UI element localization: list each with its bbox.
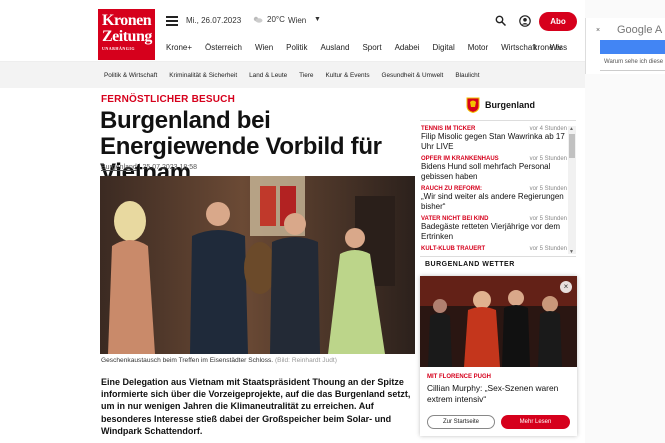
ticker-item[interactable]: RAUCH ZU REFORM: vor 5 Stunden „Wir sind … <box>421 186 567 212</box>
region-header[interactable]: Burgenland <box>466 97 535 113</box>
photo-credit: (Bild: Reinhardt Judt) <box>274 357 337 364</box>
scroll-up-icon[interactable]: ▲ <box>569 126 574 132</box>
ticker-item[interactable]: KULT-KLUB TRAUERT vor 5 Stunden <box>421 246 567 252</box>
nav-item[interactable]: Krone+ <box>166 43 192 55</box>
popup-title[interactable]: Cillian Murphy: „Sex-Szenen waren extrem… <box>427 383 567 405</box>
cloud-sun-icon <box>253 16 263 23</box>
translate-info-link[interactable]: Warum sehe ich diese <box>604 59 663 65</box>
read-more-button[interactable]: Mehr Lesen <box>501 415 570 429</box>
ticker-item[interactable]: VATER NICHT BEI KIND vor 5 Stunden Badegä… <box>421 216 567 242</box>
popup-image[interactable] <box>420 276 577 367</box>
menu-icon[interactable] <box>166 16 178 26</box>
gift-exchange-photo <box>100 176 415 354</box>
kronen-zeitung-logo[interactable]: Kronen Zeitung UNABHÄNGIG <box>98 9 155 60</box>
subnav-item[interactable]: Politik & Wirtschaft <box>104 72 157 79</box>
translate-bar[interactable] <box>600 40 665 54</box>
article-kicker: FERNÖSTLICHER BESUCH <box>101 94 236 105</box>
site-header: Kronen Zeitung UNABHÄNGIG Mi., 26.07.202… <box>0 0 585 62</box>
temperature: 20°C <box>267 15 285 24</box>
current-date: Mi., 26.07.2023 <box>186 16 242 25</box>
subnav-item[interactable]: Tiere <box>299 72 313 79</box>
article-date: 25.07.2023 18:58 <box>142 164 198 171</box>
subnav-item[interactable]: Kriminalität & Sicherheit <box>169 72 237 79</box>
google-translate-brand: Google A <box>617 24 663 36</box>
search-icon[interactable] <box>495 15 506 26</box>
to-homepage-button[interactable]: Zur Startseite <box>427 415 495 429</box>
nav-item[interactable]: Digital <box>432 43 454 55</box>
photo-caption: Geschenkaustausch beim Treffen im Eisens… <box>101 357 337 364</box>
nav-item[interactable]: Adabei <box>395 43 420 55</box>
article-byline: Burgenland | 25.07.2023 18:58 <box>101 164 198 171</box>
recommendation-popup: × MIT FLORENCE PUGH Cillian Murphy: „Sex… <box>420 276 577 436</box>
city-select[interactable]: Wien <box>288 16 306 25</box>
chevron-down-icon[interactable]: ▼ <box>314 16 321 23</box>
ticker-item[interactable]: OPFER IM KRANKENHAUS vor 5 Stunden Bidens… <box>421 156 567 182</box>
subnav-item[interactable]: Blaulicht <box>455 72 479 79</box>
nav-item[interactable]: Sport <box>362 43 381 55</box>
main-navigation: Krone+ Österreich Wien Politik Ausland S… <box>166 43 581 55</box>
sub-navigation: Politik & Wirtschaft Kriminalität & Sich… <box>0 62 585 88</box>
nav-item[interactable]: Motor <box>468 43 488 55</box>
account-icon[interactable] <box>519 15 531 27</box>
article-lead: Eine Delegation aus Vietnam mit Staatspr… <box>101 377 411 436</box>
subnav-item[interactable]: Kultur & Events <box>325 72 369 79</box>
subnav-item[interactable]: Land & Leute <box>249 72 287 79</box>
nav-item[interactable]: Politik <box>286 43 307 55</box>
close-icon[interactable]: × <box>596 27 600 34</box>
nav-item-krone-tv[interactable]: krone.tv <box>534 43 562 52</box>
nav-item[interactable]: Ausland <box>321 43 350 55</box>
nav-item[interactable]: Österreich <box>205 43 242 55</box>
weather-widget[interactable]: 20°C <box>252 15 285 24</box>
burgenland-crest-icon <box>466 97 480 113</box>
ticker-item[interactable]: TENNIS IM TICKER vor 4 Stunden Filip Miso… <box>421 126 567 152</box>
nav-item[interactable]: Wien <box>255 43 273 55</box>
popup-kicker: MIT FLORENCE PUGH <box>427 374 491 380</box>
news-ticker: TENNIS IM TICKER vor 4 Stunden Filip Miso… <box>421 126 567 256</box>
scroll-down-icon[interactable]: ▼ <box>569 249 574 255</box>
subnav-item[interactable]: Gesundheit & Umwelt <box>382 72 444 79</box>
close-icon[interactable]: × <box>560 281 572 293</box>
weather-section-title: BURGENLAND WETTER <box>425 261 515 268</box>
article-headline: Burgenland bei Energiewende Vorbild für … <box>100 107 382 186</box>
ticker-scroll-thumb[interactable] <box>569 134 575 158</box>
article-photo[interactable] <box>100 176 415 354</box>
byline-region-link[interactable]: Burgenland <box>101 164 137 171</box>
region-title: Burgenland <box>485 100 536 110</box>
abo-button[interactable]: Abo <box>539 12 577 31</box>
